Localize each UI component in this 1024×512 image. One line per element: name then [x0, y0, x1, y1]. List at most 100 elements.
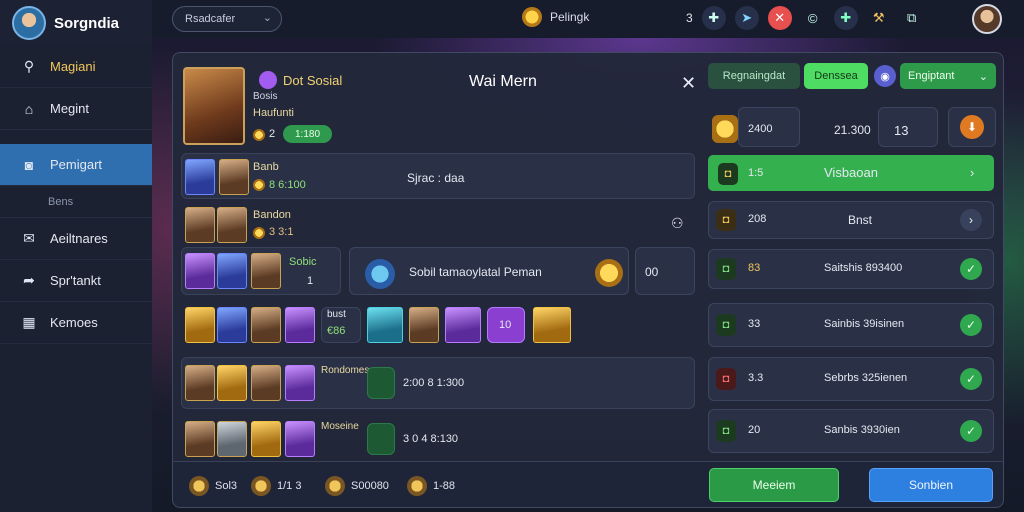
- row6-badge: [367, 367, 395, 399]
- chevron-right-icon: ›: [970, 165, 975, 180]
- row1-pill[interactable]: 1:180: [283, 125, 333, 143]
- footer-item-label: 1/1 3: [277, 480, 302, 492]
- row1-name: Bosis: [253, 91, 278, 102]
- player-info[interactable]: Pelingk: [522, 7, 589, 27]
- row2-avatar: [219, 159, 249, 195]
- brand-name: Sorgndia: [54, 14, 120, 32]
- hero-portrait[interactable]: [183, 67, 245, 145]
- right-row-num: 33: [748, 318, 761, 330]
- right-row-label: Sainbis 39isinen: [824, 318, 905, 330]
- sidebar-item-magiani[interactable]: ⚲ Magiani: [0, 46, 152, 88]
- row3-coin-icon: [253, 227, 265, 239]
- row2-coin-icon: [253, 179, 265, 191]
- dense-button[interactable]: Denssea: [804, 63, 868, 89]
- row7-title: Moseine: [321, 421, 359, 432]
- right-row-label: Sanbis 3930ien: [824, 424, 900, 436]
- social-tag-icon: [259, 71, 277, 89]
- row5-item-d: [285, 307, 315, 343]
- sidebar-item-megint[interactable]: ⌂ Megint: [0, 88, 152, 130]
- footer-item-label: Sol3: [215, 480, 238, 492]
- right-row-label: Sebrbs 325ienen: [824, 372, 908, 384]
- sidebar-subitem-bens[interactable]: Bens: [0, 186, 152, 218]
- close-icon[interactable]: ✕: [681, 73, 696, 94]
- sidebar-item-sprtankt[interactable]: ➦ Spr'tankt: [0, 260, 152, 302]
- engine-dropdown[interactable]: Engiptant ⌄: [900, 63, 996, 89]
- row5-box-value: 10: [499, 319, 512, 331]
- brand-avatar-icon: [12, 6, 46, 40]
- right-row-label: Saitshis 893400: [824, 262, 903, 274]
- top-count: 3: [686, 11, 693, 25]
- row6-avatar-b: [217, 365, 247, 401]
- right-row-icon: ◘: [716, 209, 736, 231]
- check-icon[interactable]: ✓: [960, 314, 982, 336]
- primary-action-button[interactable]: Sonbien: [869, 468, 993, 502]
- row5-val: €86: [327, 325, 346, 337]
- row7-avatar-d: [285, 421, 315, 457]
- footer-item[interactable]: S00080: [325, 476, 389, 496]
- camera-icon: ◙: [24, 156, 34, 173]
- close-icon[interactable]: ✕: [767, 6, 792, 30]
- search-icon: ⚲: [23, 58, 35, 74]
- row4-badge-icon: [595, 259, 623, 287]
- secondary-action-button[interactable]: Meeiem: [709, 468, 839, 502]
- download-icon[interactable]: ⬇: [960, 115, 984, 139]
- row7-badge: [367, 423, 395, 455]
- right-row-num: 83: [748, 262, 761, 274]
- user-avatar[interactable]: [972, 4, 1002, 34]
- stat-a: 2400: [748, 123, 773, 135]
- row4-small-box[interactable]: [635, 247, 695, 295]
- footer-item[interactable]: 1-88: [407, 476, 455, 496]
- row4-num: 1: [307, 275, 314, 287]
- player-name: Pelingk: [550, 10, 590, 24]
- row3-avatar-b: [217, 207, 247, 243]
- add-icon[interactable]: ✚: [833, 6, 858, 30]
- sidebar-item-label: Magiani: [50, 59, 96, 74]
- check-icon[interactable]: ✓: [960, 368, 982, 390]
- row2-name: Banb: [253, 161, 279, 173]
- sidebar-item-label: Pemigart: [50, 157, 103, 172]
- chevron-down-icon: ⌄: [262, 12, 272, 24]
- row6-avatar-c: [251, 365, 281, 401]
- check-icon[interactable]: ✓: [960, 420, 982, 442]
- chevron-right-icon[interactable]: ›: [960, 209, 982, 231]
- copyright-icon[interactable]: ©: [801, 6, 825, 30]
- footer-item[interactable]: Sol3: [189, 476, 237, 496]
- chevron-down-icon: ⌄: [978, 70, 988, 83]
- row3-link-icon[interactable]: ⚇: [671, 215, 684, 232]
- top-icon-group: 3 ✚ ➤ ✕ © ✚ ⚒ ⧉: [686, 6, 924, 30]
- row2-center: Sjrac : daa: [407, 171, 465, 185]
- row7-avatar-b: [217, 421, 247, 457]
- green-bar-num: 1:5: [748, 167, 764, 179]
- check-icon[interactable]: ✓: [960, 258, 982, 280]
- coin-icon: [189, 476, 209, 496]
- row4-label: Sobic: [289, 256, 317, 268]
- right-row-num: 208: [748, 213, 767, 225]
- wrench-icon[interactable]: ⚒: [867, 6, 891, 30]
- sidebar-item-label: Bens: [48, 195, 74, 208]
- search-select[interactable]: Rsadcafer ⌄: [172, 6, 282, 32]
- brand[interactable]: Sorgndia: [0, 0, 152, 46]
- coin-icon: [325, 476, 345, 496]
- top-bar: Rsadcafer ⌄ Pelingk 3 ✚ ➤ ✕ © ✚ ⚒ ⧉: [152, 0, 1024, 38]
- register-button[interactable]: Regnaingdat: [708, 63, 800, 89]
- plus-icon[interactable]: ✚: [701, 6, 726, 30]
- sidebar-item-kemoes[interactable]: ▦ Kemoes: [0, 302, 152, 344]
- row4-card-icon: [185, 253, 215, 289]
- send-icon: ➦: [23, 272, 35, 288]
- sidebar-item-label: Aeiltnares: [50, 231, 108, 246]
- row3-value: 3 3:1: [269, 226, 294, 238]
- row6-title: Rondomes: [321, 365, 370, 376]
- camera-icon[interactable]: ⧉: [900, 6, 924, 30]
- footer-item[interactable]: 1/1 3: [251, 476, 301, 496]
- footer-item-label: S00080: [351, 480, 389, 492]
- sidebar-item-aeiltnares[interactable]: ✉ Aeiltnares: [0, 218, 152, 260]
- row5-item-g: [445, 307, 481, 343]
- toggle-icon[interactable]: ◉: [874, 65, 896, 87]
- rank-shield-icon: [712, 115, 738, 143]
- coin-icon: [251, 476, 271, 496]
- coin-icon: [407, 476, 427, 496]
- right-row-icon: ◘: [716, 314, 736, 336]
- bird-icon[interactable]: ➤: [734, 6, 759, 30]
- row5-item-h: [533, 307, 571, 343]
- sidebar-item-pemigart[interactable]: ◙ Pemigart: [0, 144, 152, 186]
